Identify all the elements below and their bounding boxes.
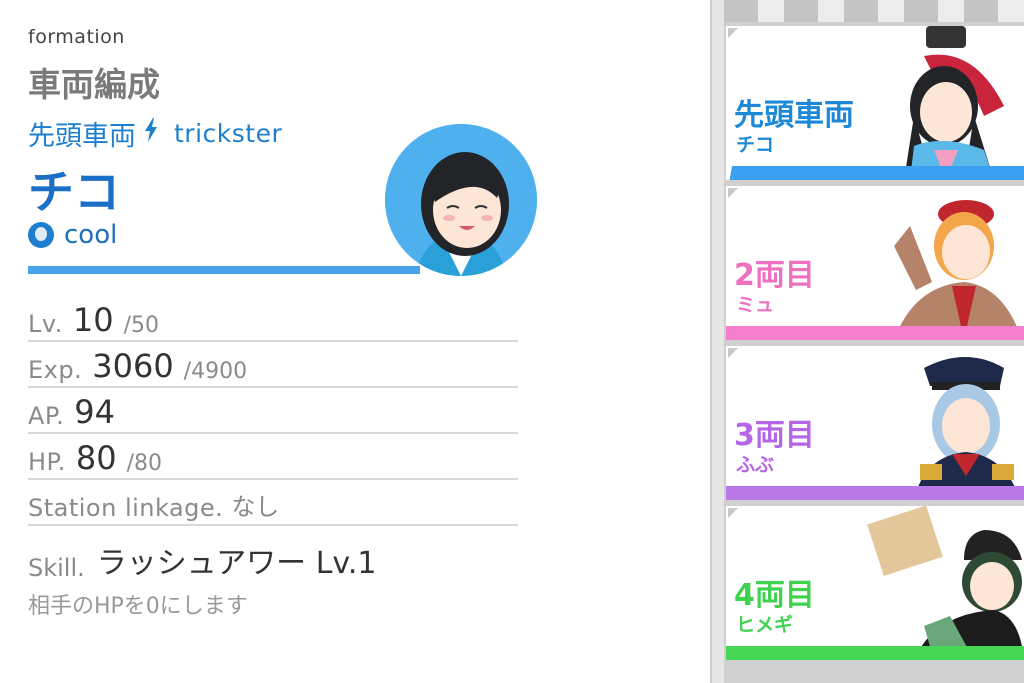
stat-value: 94 <box>74 393 115 431</box>
formation-card-4[interactable]: 4両目 ヒメギ <box>726 506 1024 660</box>
formation-top-strip <box>724 0 1024 22</box>
page-subtitle: formation <box>28 26 125 48</box>
card-color-stripe <box>726 646 1024 660</box>
stat-max: /4900 <box>183 359 248 384</box>
attribute-label: cool <box>64 220 118 250</box>
type-label: trickster <box>174 119 283 148</box>
stat-max: /50 <box>123 313 159 338</box>
formation-card-2[interactable]: 2両目 ミュ <box>726 186 1024 340</box>
card-character-name: チコ <box>736 134 775 156</box>
stat-hp: HP. 80 /80 <box>28 436 518 480</box>
formation-card-lead[interactable]: 先頭車両 チコ <box>726 26 1024 180</box>
stat-label: Lv. <box>28 310 63 338</box>
role-label: 先頭車両 <box>28 121 136 152</box>
page-title: 車両編成 <box>28 65 160 104</box>
stat-level: Lv. 10 /50 <box>28 298 518 342</box>
stat-exp: Exp. 3060 /4900 <box>28 344 518 388</box>
stat-max: /80 <box>126 451 163 476</box>
card-color-stripe <box>726 486 1024 500</box>
scroll-rail[interactable] <box>712 0 724 683</box>
character-portrait[interactable] <box>385 124 537 276</box>
unit-detail-panel: formation 車両編成 先頭車両 trickster チコ cool Lv… <box>0 0 700 683</box>
skill-description: 相手のHPを0にします <box>28 594 248 619</box>
character-name: チコ <box>28 165 120 219</box>
character-figure <box>867 506 1024 660</box>
card-character-name: ヒメギ <box>736 614 794 636</box>
stat-label: HP. <box>28 448 66 476</box>
formation-card-3[interactable]: 3両目 ふぶ <box>726 346 1024 500</box>
stat-label: AP. <box>28 402 65 430</box>
stat-label: Station linkage. <box>28 494 224 522</box>
card-position: 3両目 <box>734 418 815 453</box>
skill-name: ラッシュアワー Lv.1 <box>96 546 377 581</box>
role-row: 先頭車両 trickster <box>28 114 282 153</box>
character-figure <box>914 357 1020 500</box>
card-position: 4両目 <box>734 578 815 613</box>
card-character-name: ふぶ <box>736 454 775 476</box>
skill-row: Skill. ラッシュアワー Lv.1 <box>28 538 376 582</box>
stat-station-linkage: Station linkage. なし <box>28 482 518 526</box>
character-figure <box>904 26 1004 180</box>
skill-label: Skill. <box>28 554 85 582</box>
cool-attribute-icon <box>28 222 54 248</box>
stat-value: 10 <box>72 301 114 339</box>
character-figure <box>894 200 1022 340</box>
card-color-stripe <box>726 326 1024 340</box>
header-divider-bar <box>28 266 420 274</box>
stat-label: Exp. <box>28 356 83 384</box>
stat-ap: AP. 94 <box>28 390 518 434</box>
stat-value: 3060 <box>92 347 174 385</box>
attribute-row: cool <box>28 220 117 250</box>
card-color-stripe <box>726 166 1024 180</box>
card-position: 2両目 <box>734 258 815 293</box>
stat-value: なし <box>231 493 280 521</box>
card-character-name: ミュ <box>736 294 775 316</box>
stat-value: 80 <box>75 439 117 477</box>
card-position: 先頭車両 <box>734 98 854 133</box>
lightning-bolt-icon <box>144 118 158 149</box>
